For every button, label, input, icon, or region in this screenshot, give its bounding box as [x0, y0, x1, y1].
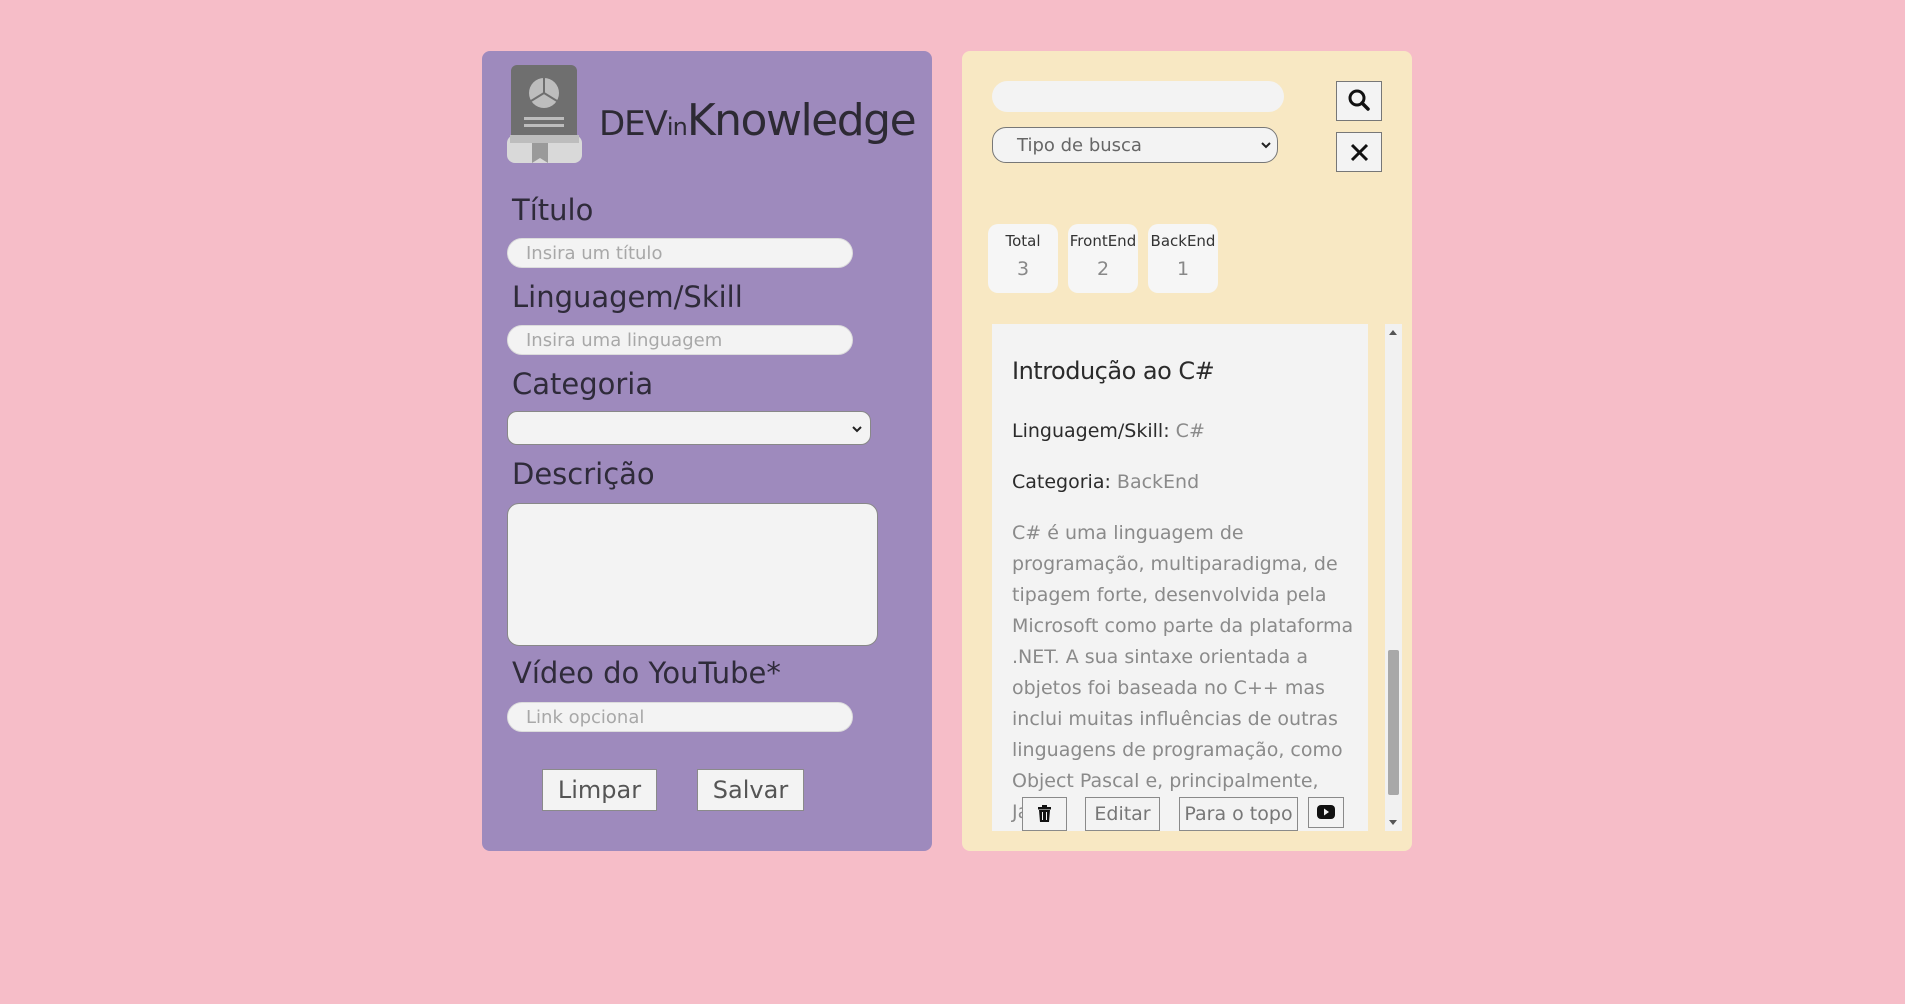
- category-label: Categoria: [512, 367, 654, 401]
- card-title: Introdução ao C#: [1012, 357, 1215, 385]
- card-language-value: C#: [1175, 420, 1205, 442]
- search-type-select[interactable]: Tipo de busca: [992, 127, 1278, 163]
- card-category-value: BackEnd: [1116, 471, 1200, 493]
- scrollbar-thumb[interactable]: [1388, 650, 1399, 795]
- card-language-key: Linguagem/Skill:: [1012, 420, 1170, 442]
- video-label: Vídeo do YouTube*: [512, 656, 781, 690]
- search-type-placeholder: Tipo de busca: [1017, 135, 1142, 156]
- stat-frontend: FrontEnd 2: [1068, 224, 1138, 293]
- close-icon: [1350, 143, 1369, 162]
- tips-list: Introdução ao C# Linguagem/Skill: C# Cat…: [992, 324, 1402, 831]
- scroll-up-arrow-icon[interactable]: [1389, 330, 1397, 335]
- description-label: Descrição: [512, 457, 655, 491]
- youtube-icon: [1317, 805, 1335, 819]
- video-button[interactable]: [1308, 797, 1344, 828]
- brand-knowledge: Knowledge: [686, 95, 917, 146]
- delete-button[interactable]: [1022, 797, 1067, 831]
- card-description: C# é uma linguagem de programação, multi…: [1012, 522, 1354, 823]
- app-brand: DEVinKnowledge: [599, 99, 917, 144]
- stat-total: Total 3: [988, 224, 1058, 293]
- language-input[interactable]: [507, 325, 853, 355]
- chevron-down-icon: [852, 426, 862, 433]
- stat-backend: BackEnd 1: [1148, 224, 1218, 293]
- save-button[interactable]: Salvar: [697, 769, 804, 811]
- title-label: Título: [512, 193, 594, 227]
- card-language-row: Linguagem/Skill: C#: [1012, 420, 1205, 442]
- list-scrollbar[interactable]: [1385, 324, 1402, 831]
- description-textarea[interactable]: [507, 503, 878, 646]
- scroll-down-arrow-icon[interactable]: [1389, 820, 1397, 825]
- category-select[interactable]: [507, 411, 871, 445]
- scroll-top-button[interactable]: Para o topo: [1179, 797, 1298, 831]
- video-link-input[interactable]: [507, 702, 853, 732]
- search-icon: [1348, 89, 1370, 111]
- edit-button[interactable]: Editar: [1085, 797, 1160, 831]
- clear-button[interactable]: Limpar: [542, 769, 657, 811]
- stat-label: Total: [1005, 232, 1041, 250]
- brand-dev: DEV: [599, 104, 668, 144]
- stat-label: BackEnd: [1150, 232, 1216, 250]
- stat-label: FrontEnd: [1069, 232, 1137, 250]
- title-input[interactable]: [507, 238, 853, 268]
- search-button[interactable]: [1336, 81, 1382, 121]
- tip-card: Introdução ao C# Linguagem/Skill: C# Cat…: [992, 324, 1368, 831]
- list-panel: Tipo de busca Total 3 FrontEnd 2 BackEnd…: [962, 51, 1412, 851]
- form-panel: DEVinKnowledge Título Linguagem/Skill Ca…: [482, 51, 932, 851]
- card-category-key: Categoria:: [1012, 471, 1111, 493]
- brand-in: in: [666, 113, 688, 141]
- clear-search-button[interactable]: [1336, 132, 1382, 172]
- trash-icon: [1038, 805, 1051, 822]
- stat-value: 3: [1016, 258, 1030, 280]
- book-logo-icon: [507, 65, 582, 163]
- stat-value: 2: [1096, 258, 1110, 280]
- card-category-row: Categoria: BackEnd: [1012, 471, 1199, 493]
- stat-value: 1: [1176, 258, 1190, 280]
- search-input[interactable]: [992, 81, 1284, 112]
- chevron-down-icon: [1261, 142, 1271, 149]
- language-label: Linguagem/Skill: [512, 280, 743, 314]
